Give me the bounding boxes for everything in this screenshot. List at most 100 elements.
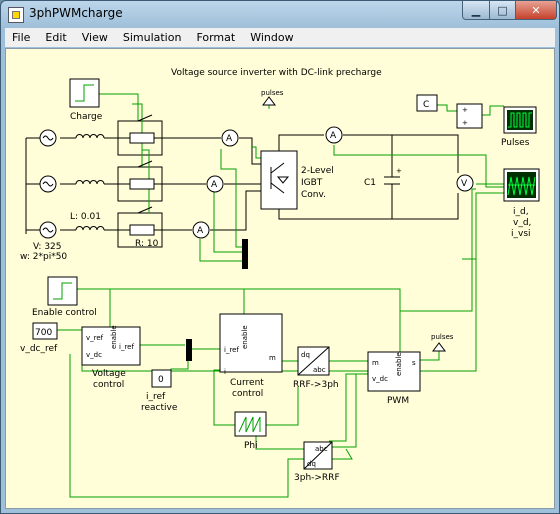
pulses-scope-label: Pulses bbox=[501, 138, 530, 148]
const-c-block[interactable]: C bbox=[416, 94, 438, 112]
app-icon bbox=[8, 7, 24, 23]
rrf-to-3ph-block[interactable]: dq abc bbox=[297, 346, 330, 376]
voltage-control-label-2: control bbox=[93, 380, 124, 390]
resistance-label: R: 10 bbox=[135, 239, 159, 249]
i-ref-reactive-label-1: i_ref bbox=[146, 392, 166, 402]
scope-label-3: i_vsi bbox=[511, 229, 531, 239]
ammeter-dc[interactable]: A bbox=[325, 126, 343, 144]
minimize-button[interactable]: ▁ bbox=[462, 1, 490, 20]
svg-text:v_dc: v_dc bbox=[86, 351, 102, 359]
title-bar[interactable]: 3phPWMcharge ▁ □ ✕ bbox=[1, 1, 559, 27]
app-window: 3phPWMcharge ▁ □ ✕ File Edit View Simula… bbox=[0, 0, 560, 514]
inductor-a bbox=[75, 134, 105, 139]
svg-text:pulses: pulses bbox=[431, 333, 454, 341]
svg-text:+: + bbox=[396, 167, 402, 175]
svg-text:A: A bbox=[330, 131, 337, 141]
svg-text:enable: enable bbox=[241, 325, 249, 349]
voltage-label: V: 325 bbox=[33, 242, 62, 252]
pwm-block[interactable]: m v_dc enable s bbox=[367, 351, 421, 392]
inductor-c bbox=[75, 226, 105, 231]
svg-text:+: + bbox=[462, 106, 468, 114]
maximize-button[interactable]: □ bbox=[489, 1, 516, 20]
phi-label: Phi bbox=[244, 441, 258, 451]
window-title: 3phPWMcharge bbox=[29, 6, 123, 20]
svg-text:A: A bbox=[211, 180, 218, 190]
svg-text:dq: dq bbox=[307, 460, 316, 468]
precharge-branch-b bbox=[129, 160, 162, 190]
svg-text:m: m bbox=[269, 354, 276, 362]
charge-label: Charge bbox=[70, 112, 103, 122]
svg-text:abc: abc bbox=[313, 366, 326, 374]
menu-edit[interactable]: Edit bbox=[38, 31, 73, 44]
svg-text:i: i bbox=[224, 368, 226, 376]
svg-text:C: C bbox=[423, 100, 429, 110]
precharge-branch-c bbox=[129, 206, 162, 236]
menu-file[interactable]: File bbox=[5, 31, 37, 44]
ammeter-a[interactable]: A bbox=[221, 129, 239, 147]
svg-text:i_ref: i_ref bbox=[224, 346, 239, 354]
current-control-block[interactable]: i_ref i enable m bbox=[219, 313, 283, 376]
voltage-control-block[interactable]: v_ref v_dc enable i_ref bbox=[81, 325, 141, 366]
enable-control-label: Enable control bbox=[32, 308, 97, 318]
pulses-scope[interactable] bbox=[503, 106, 537, 134]
svg-text:dq: dq bbox=[301, 351, 310, 359]
igbt-label-1: 2-Level bbox=[301, 166, 334, 176]
frequency-label: w: 2*pi*50 bbox=[20, 252, 67, 262]
svg-text:+: + bbox=[462, 119, 468, 127]
rrf-to-3ph-label: RRF->3ph bbox=[293, 380, 339, 390]
pulses-output-port: pulses bbox=[431, 333, 454, 352]
inductance-label: L: 0.01 bbox=[70, 212, 101, 222]
menu-format[interactable]: Format bbox=[189, 31, 242, 44]
igbt-label-2: IGBT bbox=[301, 178, 323, 188]
measurement-scope[interactable] bbox=[503, 168, 540, 202]
close-button[interactable]: ✕ bbox=[515, 1, 557, 20]
igbt-converter-block[interactable] bbox=[260, 150, 298, 210]
current-control-label-1: Current bbox=[230, 378, 264, 388]
svg-text:s: s bbox=[412, 359, 416, 367]
svg-text:m: m bbox=[372, 359, 379, 367]
3ph-to-rrf-block[interactable]: abc dq bbox=[303, 441, 333, 470]
v-dc-ref-label: v_dc_ref bbox=[20, 344, 58, 354]
inductor-b bbox=[75, 180, 105, 185]
i-ref-reactive-const[interactable]: 0 bbox=[151, 369, 172, 388]
mux-bar-control bbox=[186, 339, 192, 361]
menu-window[interactable]: Window bbox=[243, 31, 300, 44]
diagram-title: Voltage source inverter with DC-link pre… bbox=[171, 68, 382, 78]
mux-bar-top bbox=[242, 239, 248, 269]
voltage-control-label-1: Voltage bbox=[92, 369, 126, 379]
c1-label: C1 bbox=[364, 178, 376, 188]
svg-text:A: A bbox=[197, 226, 204, 236]
scope-label-2: v_d, bbox=[513, 218, 531, 228]
schematic: Voltage source inverter with DC-link pre… bbox=[20, 68, 540, 498]
voltmeter[interactable]: V bbox=[456, 174, 474, 192]
ammeter-c[interactable]: A bbox=[192, 221, 210, 239]
svg-text:pulses: pulses bbox=[261, 89, 284, 97]
menu-bar: File Edit View Simulation Format Window bbox=[5, 28, 555, 47]
svg-text:abc: abc bbox=[315, 445, 328, 453]
igbt-label-3: Conv. bbox=[301, 190, 326, 200]
ac-source-b bbox=[39, 175, 57, 193]
i-ref-reactive-label-2: reactive bbox=[141, 403, 178, 413]
scope-label-1: i_d, bbox=[513, 207, 529, 217]
menu-simulation[interactable]: Simulation bbox=[116, 31, 189, 44]
ac-source-c bbox=[39, 221, 57, 239]
3ph-to-rrf-label: 3ph->RRF bbox=[294, 473, 340, 483]
menu-view[interactable]: View bbox=[75, 31, 115, 44]
schematic-canvas[interactable]: Voltage source inverter with DC-link pre… bbox=[5, 48, 555, 509]
pulses-input-port: pulses bbox=[261, 89, 284, 106]
pwm-label: PWM bbox=[387, 396, 409, 406]
sum-block[interactable]: + + bbox=[456, 103, 483, 129]
svg-text:enable: enable bbox=[110, 325, 118, 349]
phi-sawtooth-block[interactable] bbox=[234, 411, 267, 437]
v-dc-const-block[interactable]: 700 bbox=[32, 322, 58, 340]
svg-text:i_ref: i_ref bbox=[119, 343, 134, 351]
current-control-label-2: control bbox=[232, 389, 263, 399]
ac-source-a bbox=[39, 129, 57, 147]
ammeter-b[interactable]: A bbox=[206, 175, 224, 193]
enable-control-step[interactable] bbox=[47, 276, 78, 306]
dc-link-capacitor[interactable]: + bbox=[384, 167, 402, 185]
svg-text:enable: enable bbox=[395, 352, 403, 376]
svg-text:v_dc: v_dc bbox=[372, 375, 388, 383]
svg-text:v_ref: v_ref bbox=[86, 334, 104, 342]
charge-step-block[interactable] bbox=[69, 78, 100, 108]
